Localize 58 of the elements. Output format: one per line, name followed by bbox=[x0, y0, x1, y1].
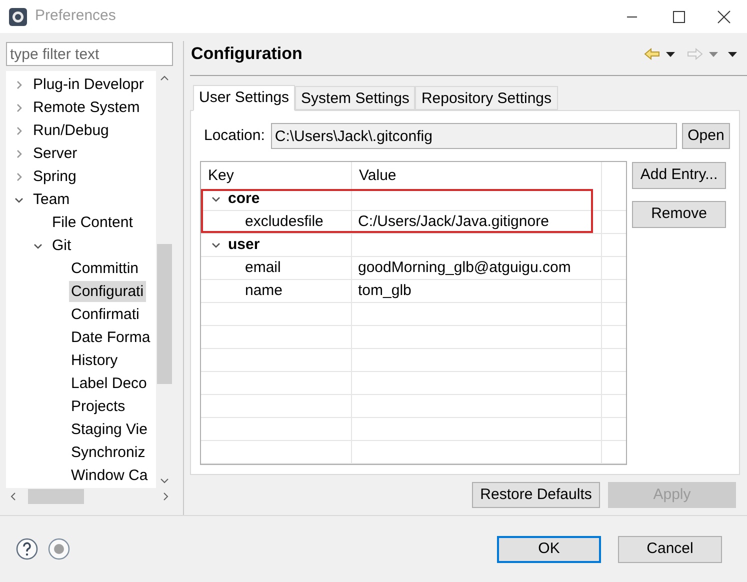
tree-item[interactable]: Server bbox=[31, 143, 80, 164]
tree-item[interactable]: Git bbox=[50, 235, 74, 256]
tree-item[interactable]: History bbox=[69, 350, 120, 371]
page-title: Configuration bbox=[191, 43, 302, 66]
tree-item[interactable]: Plug-in Developr bbox=[31, 74, 146, 95]
expand-chevron-icon[interactable] bbox=[14, 148, 24, 158]
tree-item[interactable]: Team bbox=[31, 189, 72, 210]
table-cell: tom_glb bbox=[358, 282, 412, 299]
table-cell: goodMorning_glb@atguigu.com bbox=[358, 259, 571, 276]
tree-item[interactable]: Remote System bbox=[31, 97, 142, 118]
tree-item[interactable]: Synchroniz bbox=[69, 442, 148, 463]
column-header[interactable]: Key bbox=[201, 162, 352, 188]
tab[interactable]: System Settings bbox=[295, 86, 416, 110]
menu-caret-icon[interactable] bbox=[728, 52, 737, 56]
tree-item[interactable]: Configurati bbox=[69, 281, 146, 302]
tree-item[interactable]: Projects bbox=[69, 396, 128, 417]
tree-item[interactable]: Run/Debug bbox=[31, 120, 111, 141]
tab[interactable]: Repository Settings bbox=[415, 86, 558, 110]
tree-item[interactable]: Staging Vie bbox=[69, 419, 150, 440]
record-icon[interactable] bbox=[48, 538, 70, 560]
scroll-left-icon[interactable] bbox=[10, 492, 16, 501]
collapse-chevron-icon[interactable] bbox=[211, 194, 221, 204]
column-header[interactable]: Value bbox=[352, 162, 602, 188]
tree-item[interactable]: Label Deco bbox=[69, 373, 149, 394]
tree-item[interactable]: Committin bbox=[69, 258, 141, 279]
add-entry-button[interactable]: Add Entry... bbox=[632, 162, 726, 189]
scroll-right-icon[interactable] bbox=[163, 492, 169, 501]
ok-button[interactable]: OK bbox=[497, 536, 601, 562]
scroll-up-icon[interactable] bbox=[160, 75, 169, 81]
table-cell: excludesfile bbox=[245, 213, 324, 230]
tree-item[interactable]: Date Forma bbox=[69, 327, 152, 348]
window-title: Preferences bbox=[35, 6, 116, 26]
section-name: core bbox=[228, 188, 260, 209]
location-label: Location: bbox=[204, 126, 265, 146]
cancel-button[interactable]: Cancel bbox=[618, 536, 722, 562]
dropdown-caret-icon[interactable] bbox=[666, 52, 675, 56]
restore-defaults-button[interactable]: Restore Defaults bbox=[472, 482, 600, 508]
section-name: user bbox=[228, 234, 260, 255]
help-icon[interactable] bbox=[16, 538, 38, 560]
tab[interactable]: User Settings bbox=[193, 85, 296, 111]
table-cell: email bbox=[245, 259, 281, 276]
tree-item[interactable]: Confirmati bbox=[69, 304, 142, 325]
open-button[interactable]: Open bbox=[682, 123, 730, 149]
tree-item[interactable]: File Content bbox=[50, 212, 135, 233]
scroll-down-icon[interactable] bbox=[160, 478, 169, 484]
expand-chevron-icon[interactable] bbox=[14, 126, 24, 136]
expand-chevron-icon[interactable] bbox=[14, 172, 24, 182]
tree-item[interactable]: Window Ca bbox=[69, 465, 150, 486]
expand-chevron-icon[interactable] bbox=[14, 102, 24, 112]
location-field[interactable]: C:\Users\Jack\.gitconfig bbox=[270, 123, 677, 149]
tree-item[interactable]: Spring bbox=[31, 166, 78, 187]
app-icon bbox=[8, 6, 28, 26]
table-cell: name bbox=[245, 282, 283, 299]
table-cell: C:/Users/Jack/Java.gitignore bbox=[358, 213, 549, 230]
collapse-chevron-icon[interactable] bbox=[211, 240, 221, 250]
filter-field[interactable]: type filter text bbox=[6, 42, 173, 66]
expand-chevron-icon[interactable] bbox=[14, 80, 24, 90]
remove-button[interactable]: Remove bbox=[632, 201, 726, 228]
